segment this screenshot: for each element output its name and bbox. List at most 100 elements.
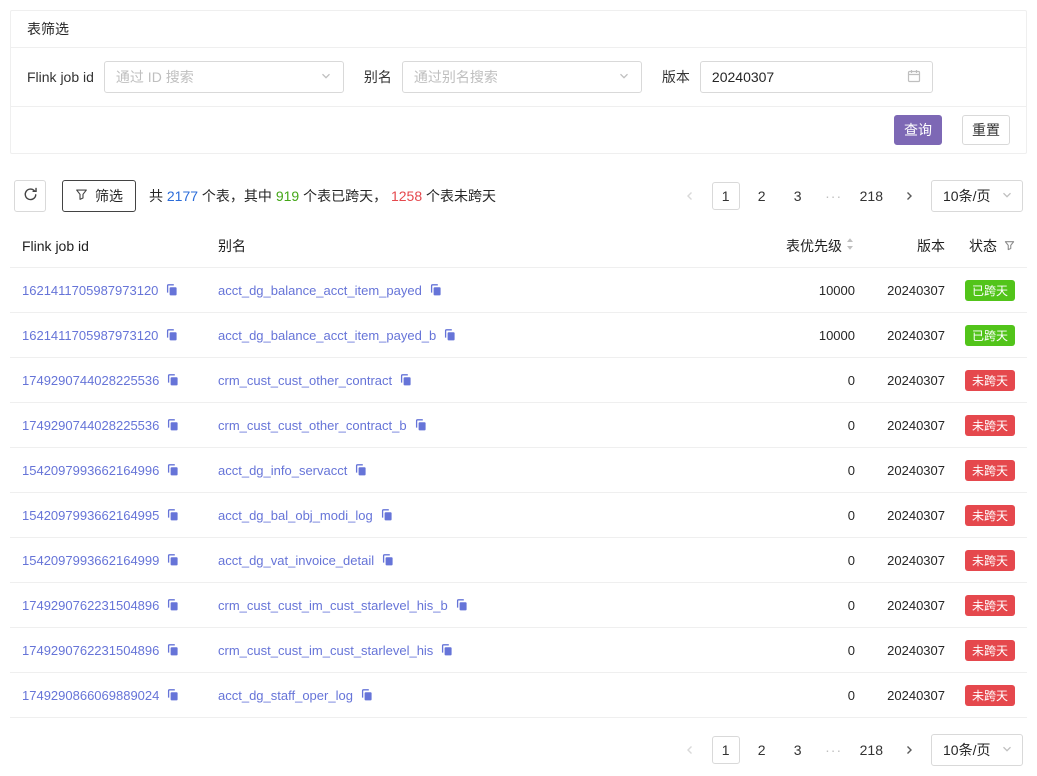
flink-job-id-cell: 1542097993662164999	[22, 553, 218, 568]
priority-cell: 0	[715, 418, 855, 433]
table-row: 1749290866069889024 acct_dg_staff_oper_l…	[10, 673, 1027, 718]
copy-icon[interactable]	[360, 688, 374, 702]
flink-job-id-link[interactable]: 1621411705987973120	[22, 283, 158, 298]
priority-cell: 0	[715, 508, 855, 523]
search-button[interactable]: 查询	[894, 115, 942, 145]
alias-link[interactable]: crm_cust_cust_other_contract	[218, 373, 392, 388]
flink-job-id-cell: 1621411705987973120	[22, 283, 218, 298]
status-cell: 未跨天	[945, 415, 1015, 436]
refresh-button[interactable]	[14, 180, 46, 212]
pagination-bottom: 1 2 3 ··· 218 10条/页	[10, 734, 1027, 766]
status-cell: 未跨天	[945, 505, 1015, 526]
alias-select[interactable]: 通过别名搜索	[402, 61, 642, 93]
status-cell: 未跨天	[945, 370, 1015, 391]
alias-link[interactable]: crm_cust_cust_im_cust_starlevel_his	[218, 643, 433, 658]
page-button-last[interactable]: 218	[856, 736, 887, 764]
column-header-flink-job-id: Flink job id	[22, 238, 218, 254]
alias-link[interactable]: acct_dg_info_servacct	[218, 463, 347, 478]
status-badge: 未跨天	[965, 685, 1015, 706]
flink-job-id-link[interactable]: 1749290866069889024	[22, 688, 159, 703]
page-size-select[interactable]: 10条/页	[931, 734, 1023, 766]
version-cell: 20240307	[855, 598, 945, 613]
priority-cell: 0	[715, 553, 855, 568]
page-ellipsis[interactable]: ···	[820, 182, 848, 210]
prev-page-button[interactable]	[676, 736, 704, 764]
prev-page-button[interactable]	[676, 182, 704, 210]
copy-icon[interactable]	[380, 508, 394, 522]
status-badge: 已跨天	[965, 280, 1015, 301]
status-cell: 未跨天	[945, 640, 1015, 661]
table-row: 1542097993662164996 acct_dg_info_servacc…	[10, 448, 1027, 493]
copy-icon[interactable]	[429, 283, 443, 297]
page-button-2[interactable]: 2	[748, 182, 776, 210]
alias-cell: acct_dg_balance_acct_item_payed	[218, 283, 715, 298]
copy-icon[interactable]	[399, 373, 413, 387]
flink-job-id-link[interactable]: 1621411705987973120	[22, 328, 158, 343]
chevron-down-icon	[1001, 742, 1013, 758]
page-button-1[interactable]: 1	[712, 182, 740, 210]
page-button-3[interactable]: 3	[784, 182, 812, 210]
copy-icon[interactable]	[165, 283, 179, 297]
copy-icon[interactable]	[166, 373, 180, 387]
copy-icon[interactable]	[455, 598, 469, 612]
copy-icon[interactable]	[414, 418, 428, 432]
alias-link[interactable]: crm_cust_cust_other_contract_b	[218, 418, 407, 433]
status-cell: 已跨天	[945, 280, 1015, 301]
alias-link[interactable]: acct_dg_balance_acct_item_payed	[218, 283, 422, 298]
alias-field: 别名 通过别名搜索	[364, 61, 642, 93]
flink-job-id-select[interactable]: 通过 ID 搜索	[104, 61, 344, 93]
alias-link[interactable]: acct_dg_vat_invoice_detail	[218, 553, 374, 568]
version-cell: 20240307	[855, 283, 945, 298]
version-cell: 20240307	[855, 508, 945, 523]
copy-icon[interactable]	[165, 328, 179, 342]
version-date-input[interactable]: 20240307	[700, 61, 933, 93]
copy-icon[interactable]	[166, 418, 180, 432]
flink-job-id-link[interactable]: 1542097993662164996	[22, 463, 159, 478]
page-button-1[interactable]: 1	[712, 736, 740, 764]
alias-link[interactable]: acct_dg_staff_oper_log	[218, 688, 353, 703]
flink-job-id-link[interactable]: 1749290762231504896	[22, 643, 159, 658]
flink-job-id-cell: 1749290744028225536	[22, 418, 218, 433]
priority-header-label: 表优先级	[786, 236, 842, 256]
version-value: 20240307	[712, 69, 774, 85]
page-button-3[interactable]: 3	[784, 736, 812, 764]
flink-job-id-link[interactable]: 1542097993662164999	[22, 553, 159, 568]
flink-job-id-link[interactable]: 1749290744028225536	[22, 418, 159, 433]
alias-link[interactable]: acct_dg_balance_acct_item_payed_b	[218, 328, 436, 343]
flink-job-id-link[interactable]: 1749290744028225536	[22, 373, 159, 388]
copy-icon[interactable]	[166, 598, 180, 612]
calendar-icon	[907, 69, 921, 86]
page-button-2[interactable]: 2	[748, 736, 776, 764]
page-button-last[interactable]: 218	[856, 182, 887, 210]
sort-icon[interactable]	[845, 237, 855, 254]
flink-job-id-cell: 1542097993662164995	[22, 508, 218, 523]
page-ellipsis[interactable]: ···	[820, 736, 848, 764]
filter-funnel-icon[interactable]	[1004, 238, 1015, 254]
alias-link[interactable]: crm_cust_cust_im_cust_starlevel_his_b	[218, 598, 448, 613]
copy-icon[interactable]	[166, 688, 180, 702]
filter-card-footer: 查询 重置	[11, 107, 1026, 153]
filter-toggle-button[interactable]: 筛选	[62, 180, 136, 212]
copy-icon[interactable]	[440, 643, 454, 657]
flink-job-id-link[interactable]: 1542097993662164995	[22, 508, 159, 523]
copy-icon[interactable]	[443, 328, 457, 342]
reset-button[interactable]: 重置	[962, 115, 1010, 145]
alias-cell: acct_dg_info_servacct	[218, 463, 715, 478]
copy-icon[interactable]	[381, 553, 395, 567]
alias-link[interactable]: acct_dg_bal_obj_modi_log	[218, 508, 373, 523]
flink-job-id-link[interactable]: 1749290762231504896	[22, 598, 159, 613]
copy-icon[interactable]	[354, 463, 368, 477]
status-cell: 未跨天	[945, 595, 1015, 616]
copy-icon[interactable]	[166, 508, 180, 522]
table-row: 1542097993662164995 acct_dg_bal_obj_modi…	[10, 493, 1027, 538]
copy-icon[interactable]	[166, 553, 180, 567]
next-page-button[interactable]	[895, 736, 923, 764]
page-size-select[interactable]: 10条/页	[931, 180, 1023, 212]
copy-icon[interactable]	[166, 463, 180, 477]
table-row: 1542097993662164999 acct_dg_vat_invoice_…	[10, 538, 1027, 583]
next-page-button[interactable]	[895, 182, 923, 210]
copy-icon[interactable]	[166, 643, 180, 657]
status-cell: 未跨天	[945, 460, 1015, 481]
flink-job-id-cell: 1749290744028225536	[22, 373, 218, 388]
page-size-value: 10条/页	[943, 740, 990, 760]
